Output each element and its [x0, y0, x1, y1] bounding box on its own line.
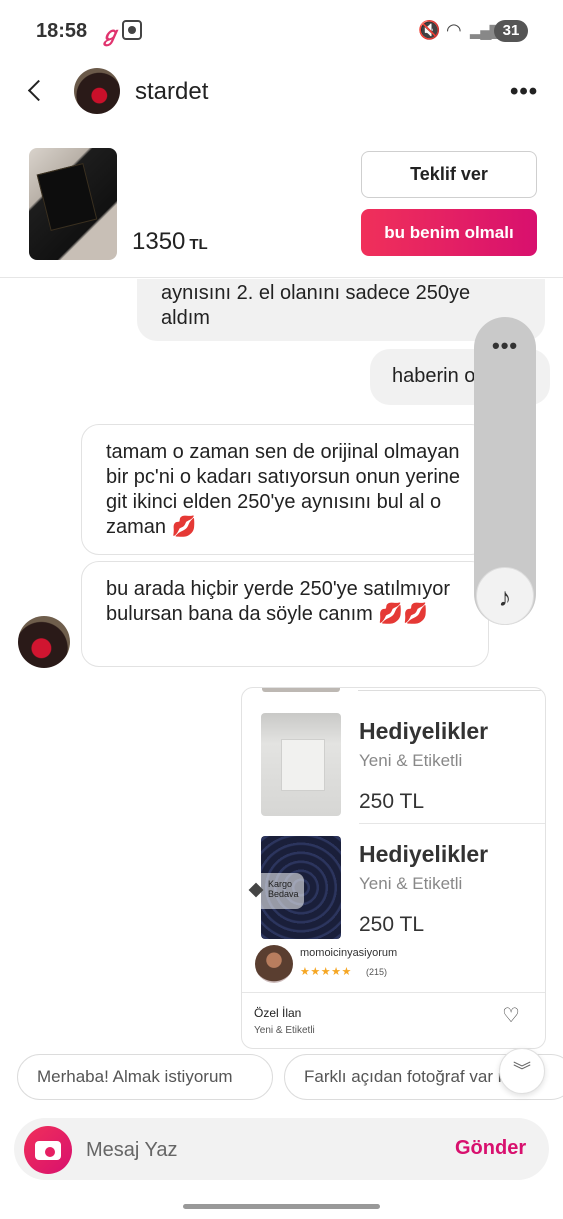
- special-listing-condition: Yeni & Etiketli: [254, 1025, 315, 1036]
- listing-price: 250 TL: [359, 790, 424, 813]
- avatar[interactable]: [74, 68, 120, 114]
- chat-area[interactable]: aynısını 2. el olanını sadece 250ye aldı…: [0, 279, 563, 1049]
- listing-item[interactable]: Hediyelikler Yeni & Etiketli 250 TL: [242, 713, 545, 833]
- cargo-label-line2: Bedava: [268, 889, 299, 899]
- buy-button[interactable]: bu benim olmalı: [361, 209, 537, 256]
- status-time: 18:58: [36, 20, 88, 42]
- message-input[interactable]: [86, 1137, 426, 1163]
- special-listing-label: Özel İlan: [254, 1006, 302, 1020]
- chat-header: stardet •••: [0, 64, 563, 120]
- battery-indicator: 31: [494, 20, 528, 42]
- message-bubble-incoming: bu arada hiçbir yerde 250'ye satılmıyor …: [81, 561, 489, 667]
- listing-title: Hediyelikler: [359, 841, 489, 867]
- music-note-icon[interactable]: ♪: [476, 567, 534, 625]
- app-notification-icon: ℊ: [100, 24, 120, 46]
- side-panel-more-icon[interactable]: •••: [492, 333, 518, 359]
- package-icon: [248, 882, 264, 898]
- quick-replies: Merhaba! Almak istiyorum Farklı açıdan f…: [0, 1054, 563, 1102]
- price-value: 1350: [132, 228, 186, 255]
- listing-thumbnail: [261, 713, 341, 816]
- sender-avatar[interactable]: [18, 616, 70, 668]
- status-bar: 18:58 ℊ 🔇 ◠ ▂▄▆ 31: [0, 0, 563, 64]
- chat-username[interactable]: stardet: [135, 78, 208, 106]
- price-currency: TL: [189, 236, 208, 253]
- quick-reply-chip[interactable]: Merhaba! Almak istiyorum: [17, 1054, 273, 1100]
- wifi-icon: ◠: [446, 20, 462, 40]
- listing-thumbnail-partial: [262, 688, 340, 692]
- heart-icon[interactable]: ♡: [502, 1006, 522, 1026]
- make-offer-button[interactable]: Teklif ver: [361, 151, 537, 198]
- send-button[interactable]: Gönder: [455, 1137, 526, 1160]
- divider: [358, 690, 543, 691]
- product-price: 1350 TL: [132, 228, 208, 256]
- home-indicator[interactable]: [183, 1204, 380, 1209]
- shared-listing-card[interactable]: Hediyelikler Yeni & Etiketli 250 TL Hedi…: [241, 687, 546, 1049]
- seller-avatar[interactable]: [255, 945, 293, 983]
- seller-name[interactable]: momoicinyasiyorum: [300, 947, 397, 959]
- message-composer: Gönder: [14, 1118, 549, 1180]
- back-arrow-icon[interactable]: [22, 76, 52, 106]
- message-bubble-incoming: tamam o zaman sen de orijinal olmayan bi…: [81, 424, 489, 555]
- listing-title: Hediyelikler: [359, 718, 489, 744]
- mute-icon: 🔇: [418, 20, 441, 40]
- more-options-icon[interactable]: •••: [510, 78, 538, 106]
- floating-side-panel[interactable]: ••• ♪: [474, 317, 536, 625]
- product-bar: 1350 TL Teklif ver bu benim olmalı: [0, 140, 563, 278]
- cargo-label-line1: Kargo: [268, 879, 293, 889]
- listing-condition: Yeni & Etiketli: [359, 751, 463, 770]
- divider: [359, 823, 545, 824]
- camera-icon[interactable]: [24, 1126, 72, 1174]
- screenshot-icon: [122, 20, 142, 40]
- listing-condition: Yeni & Etiketli: [359, 874, 463, 893]
- seller-rating-count: (215): [366, 967, 388, 977]
- chevron-double-down-icon[interactable]: ︾: [499, 1048, 545, 1094]
- product-image[interactable]: [29, 148, 117, 260]
- seller-stars: ★★★★★: [300, 966, 352, 978]
- free-shipping-badge: Kargo Bedava: [246, 873, 304, 909]
- seller-row[interactable]: momoicinyasiyorum ★★★★★ (215): [242, 933, 545, 993]
